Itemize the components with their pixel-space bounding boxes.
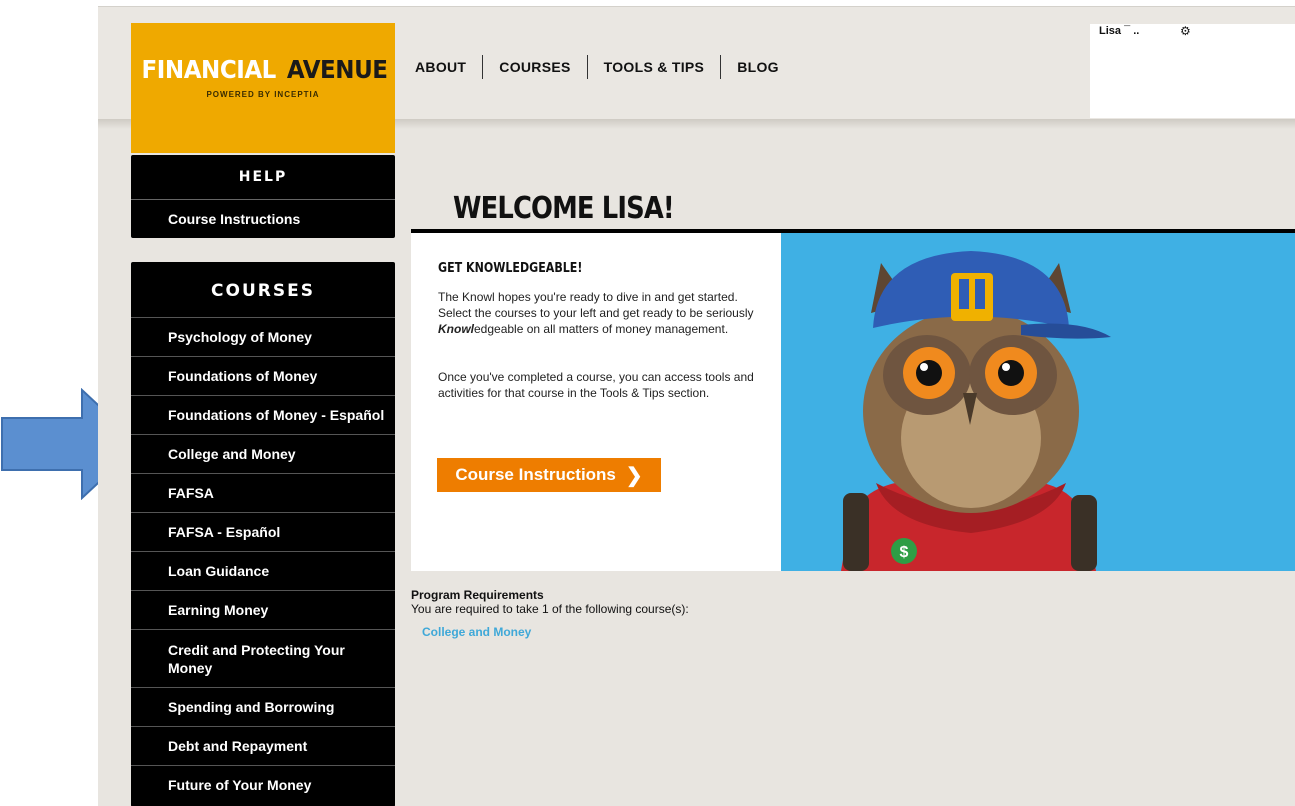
course-item-fafsa-espanol[interactable]: FAFSA - Español: [131, 512, 395, 551]
course-item-fafsa[interactable]: FAFSA: [131, 473, 395, 512]
logo-word-financial: FINANCIAL: [141, 55, 277, 84]
logo-word-avenue: AVENUE: [286, 55, 388, 84]
help-panel: HELP Course Instructions: [131, 155, 395, 238]
course-item-foundations-of-money-espanol[interactable]: Foundations of Money - Español: [131, 395, 395, 434]
chevron-right-icon: ❯: [625, 464, 643, 487]
nav-tools-tips[interactable]: TOOLS & TIPS: [604, 59, 705, 75]
site-logo[interactable]: FINANCIAL AVENUE POWERED BY INCEPTIA: [131, 23, 395, 153]
user-box: Lisa ¯ .. ⚙: [1090, 24, 1295, 118]
course-item-debt-and-repayment[interactable]: Debt and Repayment: [131, 726, 395, 765]
welcome-card: GET KNOWLEDGEABLE! The Knowl hopes you'r…: [411, 233, 781, 571]
page: FINANCIAL AVENUE POWERED BY INCEPTIA ABOU…: [98, 6, 1295, 806]
logo-tagline: POWERED BY INCEPTIA: [206, 90, 320, 99]
course-item-college-and-money[interactable]: College and Money: [131, 434, 395, 473]
help-item-course-instructions[interactable]: Course Instructions: [131, 199, 395, 238]
nav-courses[interactable]: COURSES: [499, 59, 570, 75]
course-item-psychology-of-money[interactable]: Psychology of Money: [131, 317, 395, 356]
required-course-link[interactable]: College and Money: [422, 625, 531, 639]
requirements-title: Program Requirements: [411, 588, 544, 602]
course-item-credit-and-protecting[interactable]: Credit and Protecting Your Money: [131, 629, 395, 687]
knowl-emphasis: Knowl: [438, 322, 474, 336]
course-instructions-button[interactable]: Course Instructions ❯: [437, 458, 661, 492]
course-item-spending-and-borrowing[interactable]: Spending and Borrowing: [131, 687, 395, 726]
courses-panel-title: COURSES: [211, 281, 315, 301]
course-item-loan-guidance[interactable]: Loan Guidance: [131, 551, 395, 590]
user-name[interactable]: Lisa ¯ ..: [1099, 25, 1139, 37]
tools-paragraph: Once you've completed a course, you can …: [438, 370, 754, 400]
svg-text:$: $: [900, 544, 909, 561]
course-item-earning-money[interactable]: Earning Money: [131, 590, 395, 629]
gear-icon[interactable]: ⚙: [1180, 24, 1191, 38]
program-requirements: Program Requirements You are required to…: [411, 588, 689, 616]
intro-paragraph: The Knowl hopes you're ready to dive in …: [438, 290, 754, 336]
courses-panel: COURSES Psychology of Money Foundations …: [131, 262, 395, 806]
help-panel-title: HELP: [238, 169, 288, 185]
nav-about[interactable]: ABOUT: [415, 59, 466, 75]
course-item-future-of-your-money[interactable]: Future of Your Money: [131, 765, 395, 804]
nav-blog[interactable]: BLOG: [737, 59, 779, 75]
hero-image: $: [781, 233, 1295, 571]
owl-mascot-icon: $: [841, 251, 1111, 571]
cta-label: Course Instructions: [455, 465, 616, 484]
main-nav: ABOUT COURSES TOOLS & TIPS BLOG: [415, 55, 779, 79]
page-title: WELCOME LISA!: [453, 191, 675, 226]
course-item-foundations-of-money[interactable]: Foundations of Money: [131, 356, 395, 395]
requirements-text: You are required to take 1 of the follow…: [411, 602, 689, 616]
card-heading: GET KNOWLEDGEABLE!: [438, 261, 583, 276]
